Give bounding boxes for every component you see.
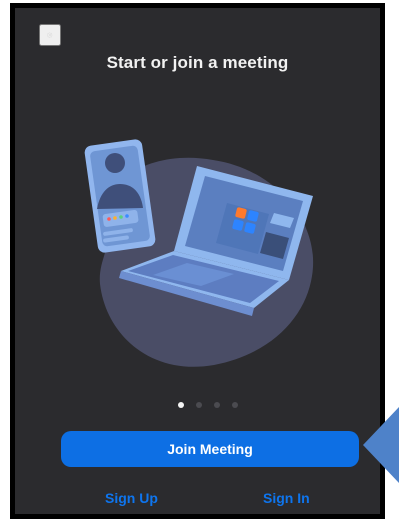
sign-up-link[interactable]: Sign Up — [105, 490, 158, 506]
pagination-dot[interactable] — [232, 402, 238, 408]
gear-icon — [47, 32, 53, 38]
carousel-pagination — [178, 400, 248, 410]
pagination-dot[interactable] — [214, 402, 220, 408]
app-screen: Start or join a meeting Join Meeting Sig… — [15, 8, 380, 514]
phone-card — [84, 139, 156, 253]
sign-in-link[interactable]: Sign In — [263, 490, 310, 506]
pagination-dot-active[interactable] — [178, 402, 184, 408]
settings-button[interactable] — [39, 24, 61, 46]
auth-links: Sign Up Sign In — [15, 490, 380, 510]
join-meeting-button[interactable]: Join Meeting — [61, 431, 359, 467]
pointer-arrow-icon — [363, 407, 399, 483]
device-frame: Start or join a meeting Join Meeting Sig… — [10, 3, 385, 519]
page-title: Start or join a meeting — [106, 53, 289, 72]
meeting-illustration — [84, 139, 314, 367]
pagination-dot[interactable] — [196, 402, 202, 408]
